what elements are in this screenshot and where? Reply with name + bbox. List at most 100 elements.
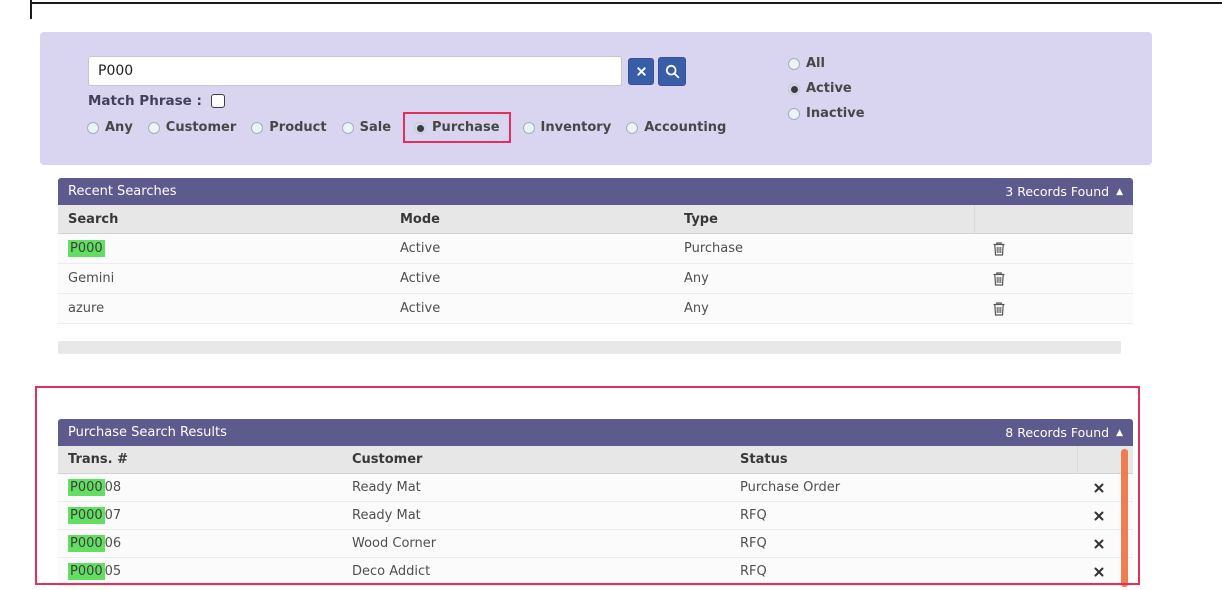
search-term-cell: Gemini [58,271,390,286]
purchase-result-row: P00005 Deco Addict RFQ [58,558,1133,586]
customer-cell: Deco Addict [342,564,730,579]
delete-recent-search-button[interactable] [993,302,1005,316]
panel-title: Recent Searches [68,184,177,199]
records-found-count: 8 Records Found [1005,425,1109,440]
status-cell: RFQ [730,564,1077,579]
column-header-search: Search [58,212,390,227]
radio-icon [523,122,535,134]
radio-option-customer[interactable]: Customer [148,120,236,135]
transaction-number-rest: 06 [105,536,122,551]
match-phrase-label: Match Phrase : [88,93,202,109]
radio-option-label: Any [105,120,133,135]
radio-option-active[interactable]: Active [788,81,865,96]
results-vertical-scrollbar[interactable] [1121,449,1128,587]
search-button[interactable] [658,57,686,86]
clear-search-button[interactable] [628,58,654,85]
mode-cell: Active [390,301,674,316]
type-cell: Any [674,271,974,286]
collapse-toggle-icon[interactable]: ▲ [1116,428,1123,438]
recent-search-row: Gemini Active Any [58,264,1133,294]
transaction-number-cell: P00006 [58,536,342,551]
transaction-number-rest: 08 [105,480,122,495]
radio-icon [788,108,800,120]
column-header-type: Type [674,212,974,227]
remove-result-button[interactable] [1094,567,1104,577]
actions-cell [974,294,1133,323]
search-term-cell: P000 [58,241,390,256]
radio-icon [626,122,638,134]
delete-recent-search-button[interactable] [993,242,1005,256]
type-cell: Purchase [674,241,974,256]
radio-option-label: Inventory [541,120,612,135]
recent-search-row: P000 Active Purchase [58,234,1133,264]
search-type-radio-group: Any Customer Product Sale Purchase [87,120,726,135]
search-icon [665,64,680,79]
purchase-result-row: P00007 Ready Mat RFQ [58,502,1133,530]
close-icon [1094,539,1104,549]
search-term-cell: azure [58,301,390,316]
remove-result-button[interactable] [1094,539,1104,549]
recent-searches-column-headers: Search Mode Type [58,205,1133,234]
status-cell: RFQ [730,536,1077,551]
transaction-number-cell: P00008 [58,480,342,495]
purchase-result-row: P00008 Ready Mat Purchase Order [58,474,1133,502]
purchase-results-header: Purchase Search Results 8 Records Found … [58,419,1133,446]
radio-option-any[interactable]: Any [87,120,133,135]
column-header-trans: Trans. # [58,452,342,467]
column-header-status: Status [730,452,1077,467]
match-phrase-checkbox[interactable] [211,94,225,108]
status-cell: RFQ [730,508,1077,523]
radio-option-product[interactable]: Product [251,120,326,135]
customer-cell: Wood Corner [342,536,730,551]
close-icon [1094,567,1104,577]
radio-option-inventory[interactable]: Inventory [523,120,612,135]
recent-searches-header: Recent Searches 3 Records Found ▲ [58,178,1133,205]
radio-option-label: Purchase [432,120,499,135]
transaction-number-rest: 07 [105,508,122,523]
radio-icon [251,122,263,134]
trash-icon [993,242,1005,256]
transaction-number-rest: 05 [105,564,122,579]
recent-searches-panel: Recent Searches 3 Records Found ▲ Search… [58,178,1133,324]
window-border-top [30,2,1222,4]
radio-option-purchase[interactable]: Purchase [414,120,499,135]
radio-option-sale[interactable]: Sale [342,120,391,135]
recent-search-row: azure Active Any [58,294,1133,324]
radio-option-label: Customer [166,120,236,135]
radio-option-label: Active [806,81,852,96]
highlighted-search-term: P000 [68,240,105,257]
close-icon [1094,483,1104,493]
radio-option-all[interactable]: All [788,56,865,71]
column-header-customer: Customer [342,452,730,467]
radio-option-label: All [806,56,825,71]
radio-option-accounting[interactable]: Accounting [626,120,726,135]
search-input[interactable] [88,56,622,86]
highlighted-match: P000 [68,479,105,496]
transaction-number-cell: P00007 [58,508,342,523]
purchase-results-column-headers: Trans. # Customer Status [58,446,1133,474]
delete-recent-search-button[interactable] [993,272,1005,286]
column-header-mode: Mode [390,212,674,227]
radio-option-label: Product [269,120,326,135]
remove-result-button[interactable] [1094,511,1104,521]
records-found-count: 3 Records Found [1005,184,1109,199]
collapse-toggle-icon[interactable]: ▲ [1116,187,1123,197]
radio-icon [87,122,99,134]
radio-option-inactive[interactable]: Inactive [788,106,865,121]
global-search-panel: Match Phrase : Any Customer Product Sale [40,32,1152,165]
radio-icon [414,122,426,134]
highlighted-match: P000 [68,507,105,524]
status-cell: Purchase Order [730,480,1077,495]
purchase-results-panel: Purchase Search Results 8 Records Found … [58,419,1133,586]
recent-horizontal-scrollbar[interactable] [58,341,1121,354]
actions-cell [974,264,1133,293]
highlighted-match: P000 [68,535,105,552]
remove-result-button[interactable] [1094,483,1104,493]
clear-icon [637,67,646,76]
radio-option-label: Inactive [806,106,865,121]
records-found: 3 Records Found ▲ [1005,184,1123,199]
type-cell: Any [674,301,974,316]
actions-cell [974,234,1133,263]
panel-title: Purchase Search Results [68,425,227,440]
page: Match Phrase : Any Customer Product Sale [0,0,1222,590]
